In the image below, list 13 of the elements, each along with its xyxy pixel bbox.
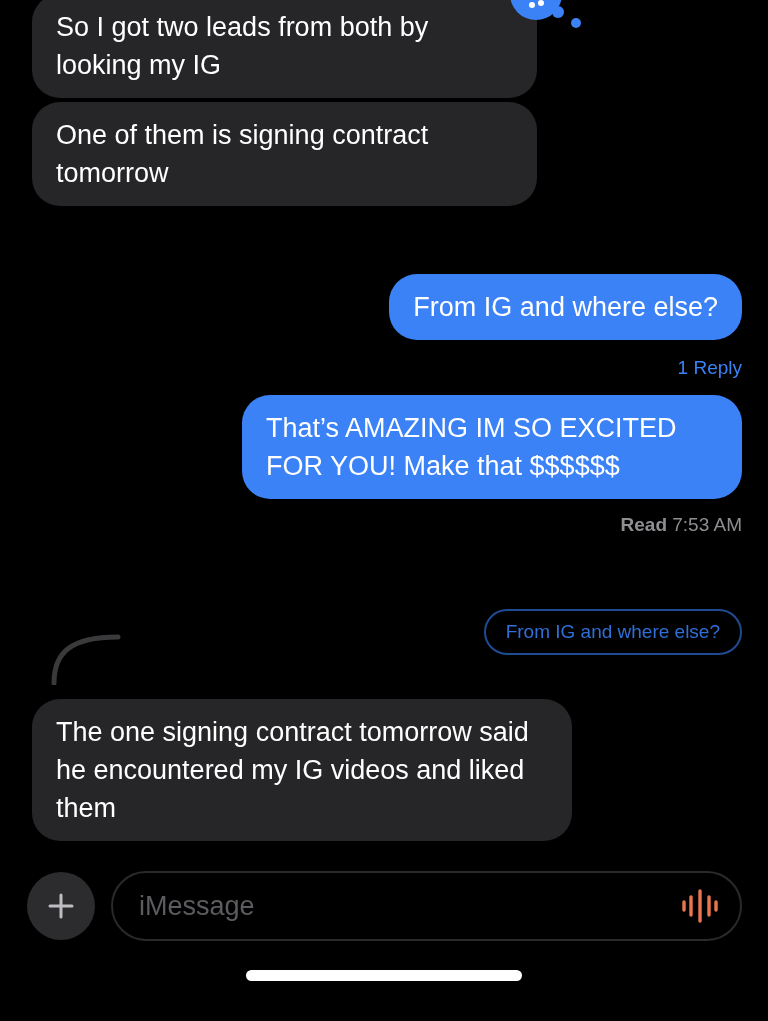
received-message: The one signing contract tomorrow said he encountered my IG videos and liked them <box>32 699 572 841</box>
message-input[interactable]: iMessage <box>137 884 682 928</box>
received-message: One of them is signing contract tomorrow <box>32 102 537 206</box>
received-message: So I got two leads from both by looking my IG <box>32 0 537 98</box>
plus-icon <box>48 893 74 919</box>
read-receipt: Read 7:53 AM <box>620 513 742 535</box>
message-field[interactable]: iMessage <box>111 871 742 941</box>
quoted-reply[interactable]: From IG and where else? <box>483 609 742 655</box>
reply-count-link[interactable]: 1 Reply <box>677 357 742 378</box>
sent-message: That’s AMAZING IM SO EXCITED FOR YOU! Make that $$$$$$ <box>242 394 742 499</box>
sent-message: From IG and where else? <box>389 274 742 340</box>
reply-thread-line <box>50 633 122 685</box>
waveform-icon <box>682 889 718 923</box>
